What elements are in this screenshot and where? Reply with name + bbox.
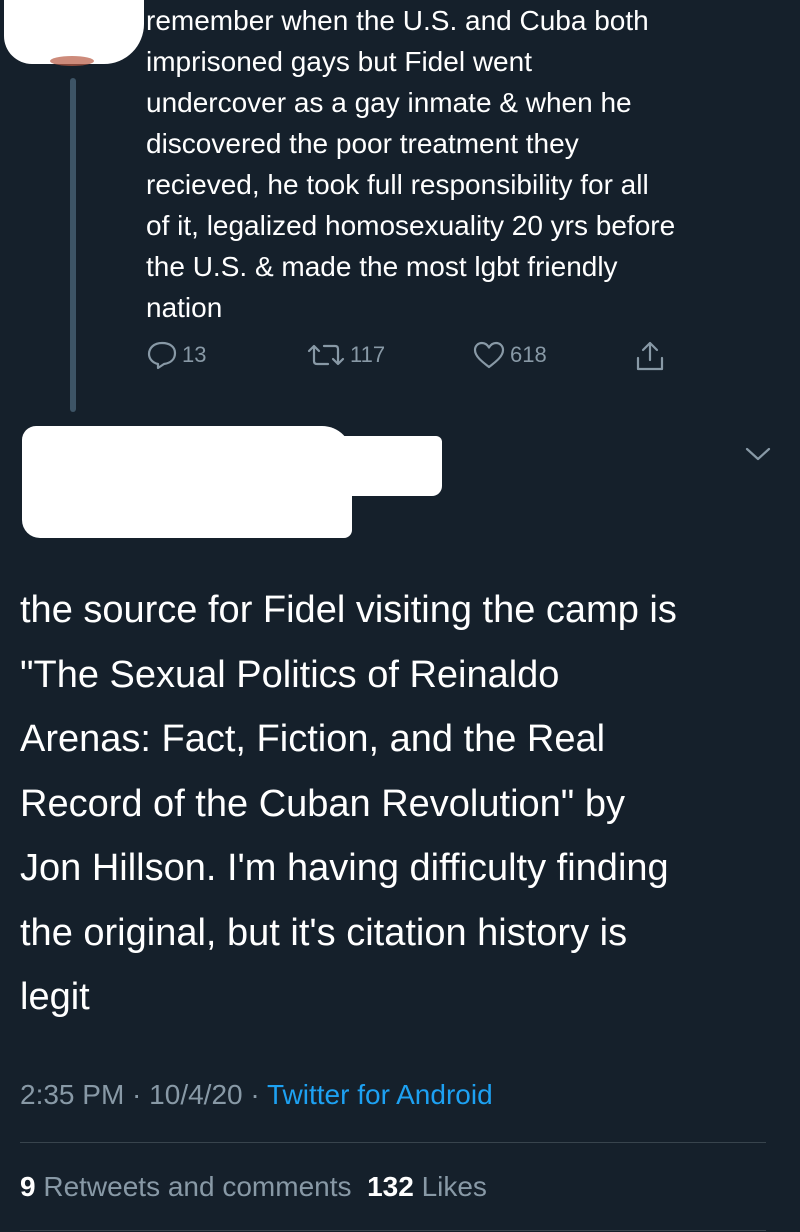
- reply-tweet-actions: 13 117 618: [146, 340, 686, 376]
- meta-separator: ·: [242, 1079, 267, 1110]
- retweets-stat-link[interactable]: 9 Retweets and comments: [20, 1171, 352, 1202]
- retweets-label: Retweets and comments: [43, 1171, 352, 1202]
- thread-connector-line: [70, 78, 76, 412]
- reply-button[interactable]: 13: [146, 340, 206, 370]
- redacted-author-header: [22, 420, 442, 538]
- reply-icon: [147, 341, 177, 370]
- meta-separator: ·: [124, 1079, 150, 1110]
- redacted-avatar: [4, 0, 144, 66]
- tweet-time: 2:35 PM: [20, 1079, 125, 1110]
- retweet-button[interactable]: 117: [306, 340, 385, 370]
- like-count: 618: [510, 342, 547, 367]
- likes-count: 132: [367, 1171, 414, 1202]
- share-button[interactable]: [634, 340, 666, 372]
- reply-tweet-text: remember when the U.S. and Cuba both imp…: [146, 5, 676, 323]
- retweets-count: 9: [20, 1171, 36, 1202]
- like-icon: [473, 341, 505, 369]
- retweet-icon: [307, 344, 345, 366]
- main-tweet-text: the source for Fidel visiting the camp i…: [20, 589, 677, 1018]
- tweet-metadata: 2:35 PM · 10/4/20 · Twitter for Android: [20, 1074, 493, 1116]
- divider: [20, 1142, 766, 1143]
- tweet-date: 10/4/20: [149, 1079, 243, 1110]
- like-button[interactable]: 618: [472, 340, 547, 370]
- chevron-down-icon[interactable]: [744, 444, 772, 464]
- tweet-source-link[interactable]: Twitter for Android: [267, 1079, 493, 1110]
- retweet-count: 117: [350, 342, 386, 367]
- reply-count: 13: [182, 342, 207, 367]
- tweet-stats: 9 Retweets and comments 132 Likes: [20, 1166, 487, 1208]
- share-icon: [636, 341, 664, 371]
- likes-stat-link[interactable]: 132 Likes: [367, 1171, 487, 1202]
- divider: [20, 1230, 766, 1231]
- likes-label: Likes: [421, 1171, 487, 1202]
